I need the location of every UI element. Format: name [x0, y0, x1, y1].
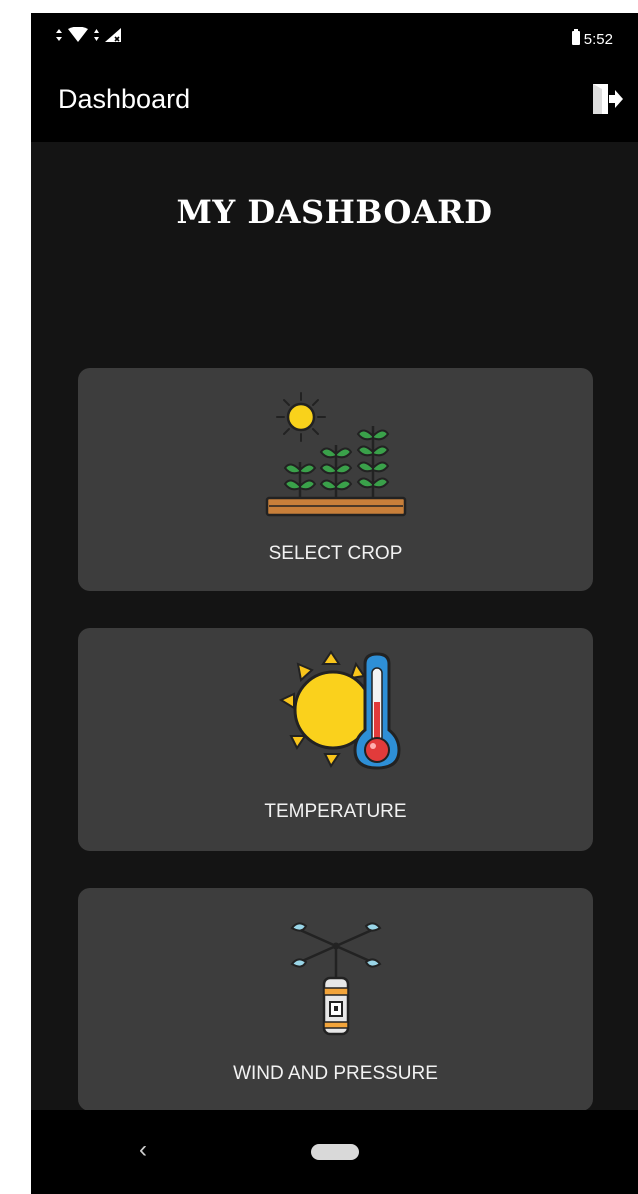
- wifi-icon: [67, 26, 89, 48]
- home-pill-icon[interactable]: [311, 1144, 359, 1160]
- status-time: 5:52: [583, 30, 613, 48]
- crop-plants-icon: [263, 390, 409, 523]
- data-arrows-icon-2: [93, 28, 100, 47]
- app-title: Dashboard: [58, 84, 191, 114]
- wind-pressure-card[interactable]: WIND AND PRESSURE: [78, 888, 593, 1111]
- temperature-card[interactable]: TEMPERATURE: [78, 628, 593, 851]
- battery-icon: [571, 29, 581, 49]
- logout-button[interactable]: [590, 81, 624, 117]
- status-bar: 5:52: [31, 13, 638, 60]
- sun-thermometer-icon: [261, 650, 411, 779]
- status-icons-right: 5:52: [571, 29, 613, 49]
- anemometer-icon: [288, 918, 384, 1041]
- phone-screen: 5:52 Dashboard MY DASHBOARD SELECT CROP …: [31, 13, 638, 1194]
- temperature-label: TEMPERATURE: [264, 801, 407, 822]
- page-heading: MY DASHBOARD: [176, 193, 493, 231]
- navigation-bar: ‹: [31, 1110, 638, 1194]
- back-icon[interactable]: ‹: [139, 1136, 147, 1164]
- app-bar: Dashboard: [31, 60, 638, 142]
- exit-icon: [590, 84, 624, 121]
- status-icons-left: [55, 26, 122, 48]
- select-crop-card[interactable]: SELECT CROP: [78, 368, 593, 591]
- select-crop-label: SELECT CROP: [268, 543, 403, 564]
- signal-icon: [104, 27, 122, 48]
- data-arrows-icon: [55, 28, 63, 47]
- wind-pressure-label: WIND AND PRESSURE: [233, 1063, 438, 1084]
